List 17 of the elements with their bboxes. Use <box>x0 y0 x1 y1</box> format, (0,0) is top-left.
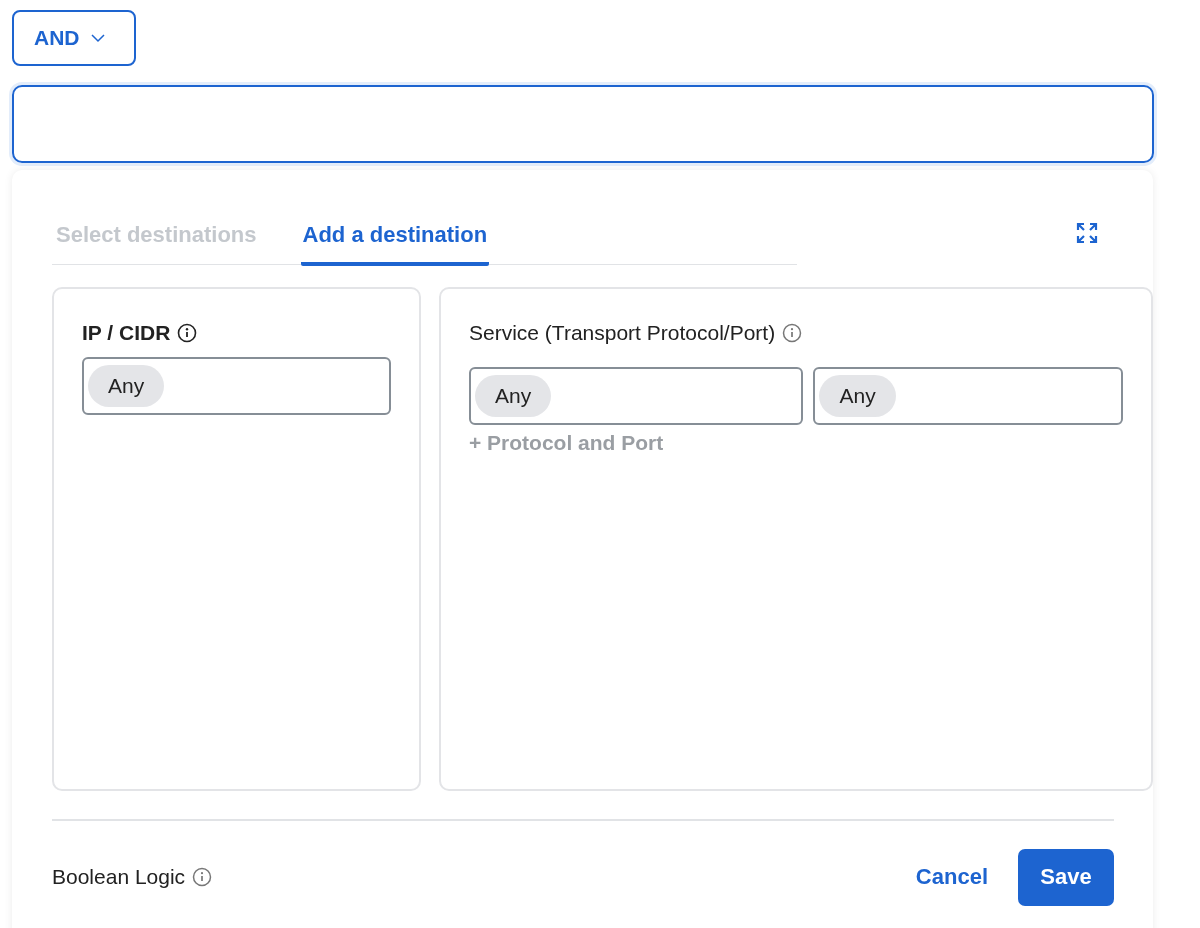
query-field[interactable] <box>12 85 1154 163</box>
section-title: IP / CIDR <box>82 321 171 345</box>
boolean-logic-label: Boolean Logic <box>52 865 186 889</box>
chevron-down-icon <box>89 33 106 43</box>
any-chip[interactable]: Any <box>819 375 896 417</box>
service-input-field[interactable]: Any <box>469 367 804 425</box>
any-chip[interactable]: Any <box>88 365 165 407</box>
operator-dropdown[interactable]: AND <box>12 10 136 66</box>
section-title: Service (Transport Protocol/Port) <box>469 321 776 345</box>
info-icon[interactable] <box>177 323 198 343</box>
expand-icon[interactable] <box>1076 222 1098 244</box>
any-chip[interactable]: Any <box>475 375 552 417</box>
ip-input-field[interactable]: Any <box>82 357 391 415</box>
save-button[interactable]: Save <box>1018 848 1114 906</box>
tab[interactable]: Add a destination <box>300 222 490 266</box>
cancel-button[interactable]: Cancel <box>915 864 988 890</box>
service-input-field[interactable]: Any <box>813 367 1123 425</box>
